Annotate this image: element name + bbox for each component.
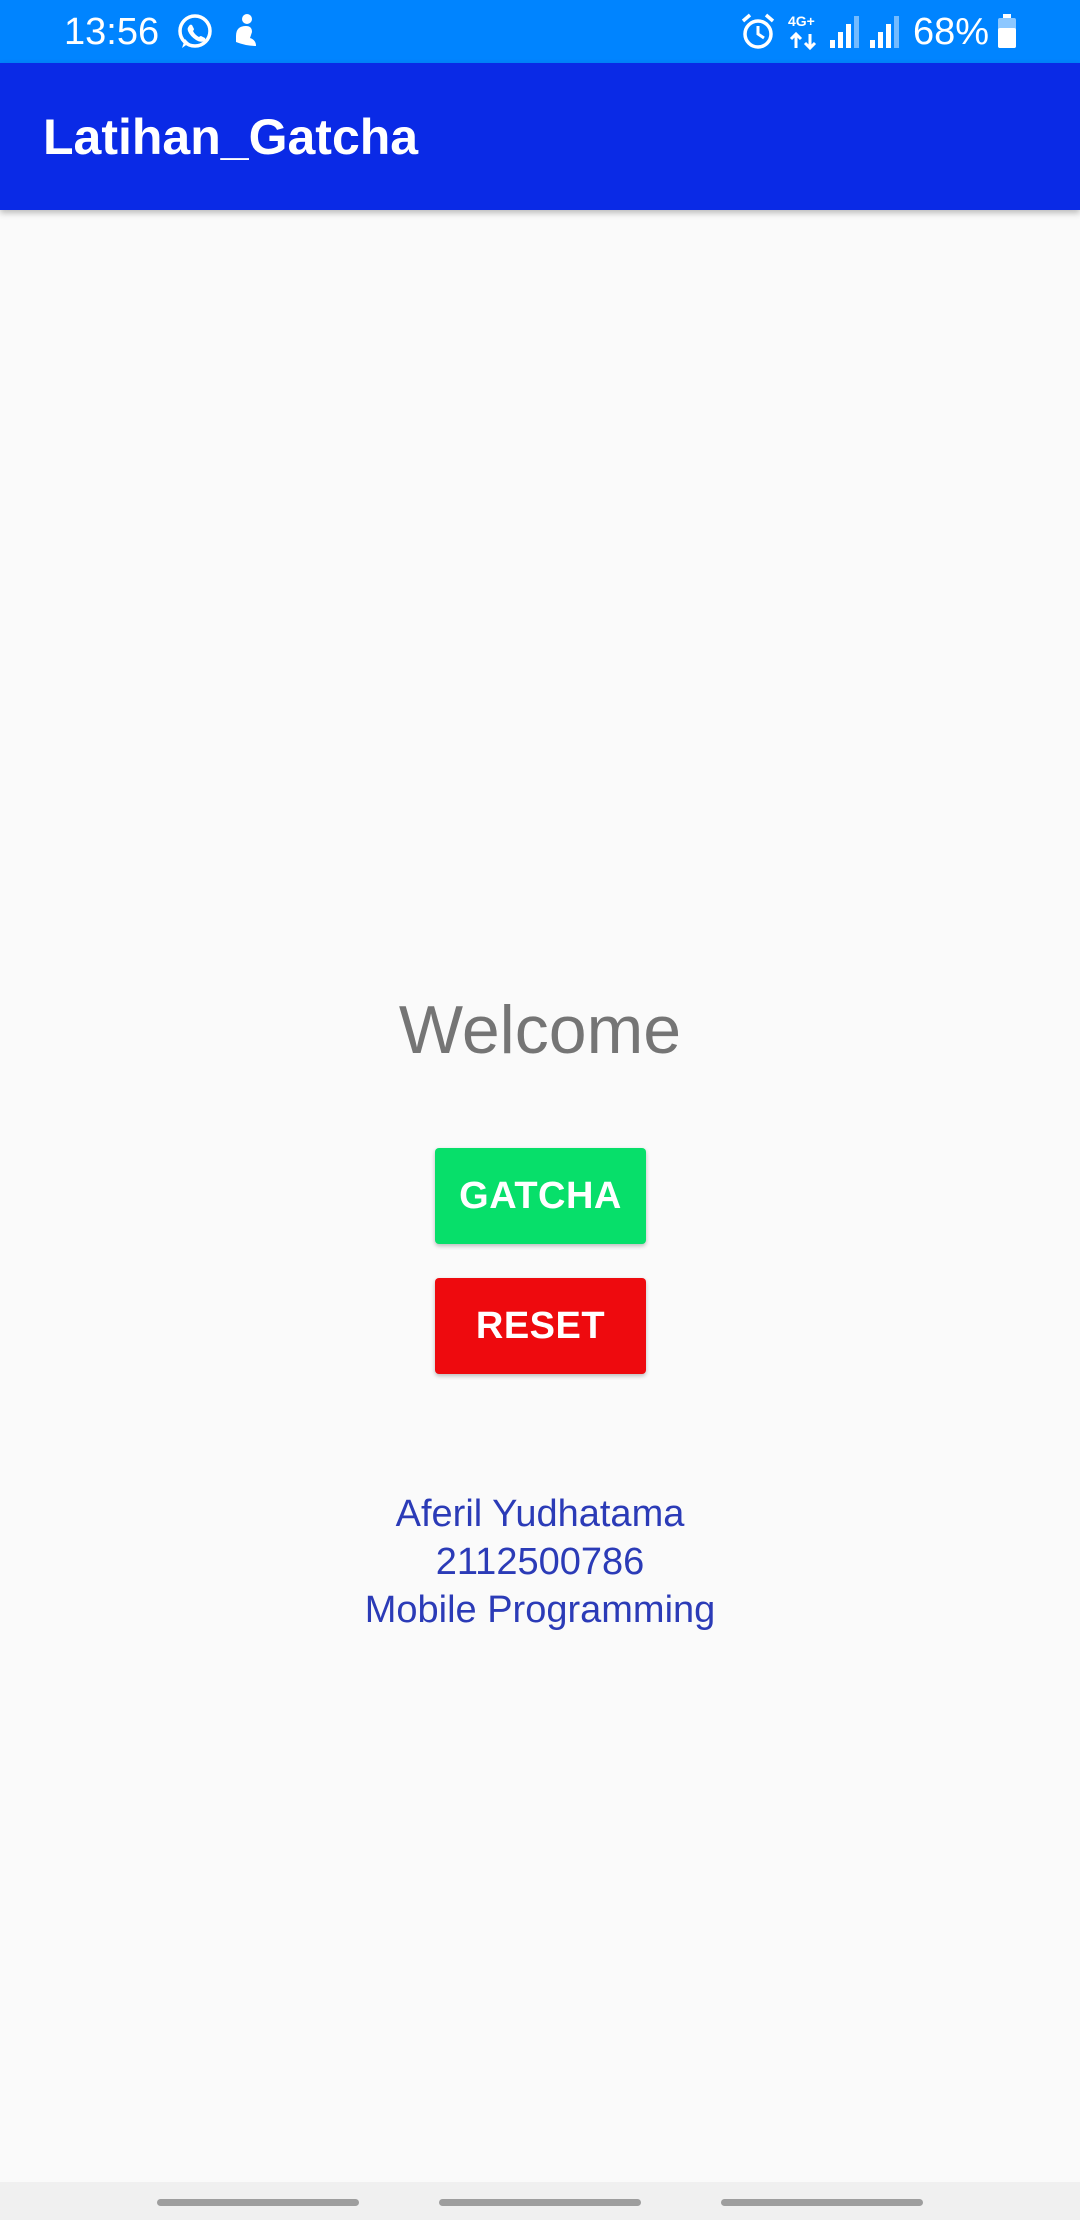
battery-percent: 68% (913, 11, 990, 53)
notification-person-icon (236, 14, 256, 46)
nav-gesture-handle-center[interactable] (439, 2199, 641, 2206)
welcome-text: Welcome (398, 992, 682, 1068)
network-type-label: 4G+ (788, 13, 815, 29)
student-id: 2112500786 (435, 1541, 645, 1583)
student-name: Aferil Yudhatama (395, 1493, 685, 1535)
signal-icon (870, 16, 899, 48)
app-bar: Latihan_Gatcha (0, 63, 1080, 210)
gatcha-button[interactable]: GATCHA (435, 1148, 646, 1244)
status-bar: 13:56 4G+ 68% (0, 0, 1080, 63)
app-title: Latihan_Gatcha (43, 109, 419, 165)
gesture-nav-bar (0, 2182, 1080, 2220)
network-4g-icon: 4G+ (788, 13, 817, 51)
nav-gesture-handle-left[interactable] (157, 2199, 359, 2206)
battery-icon (998, 14, 1016, 48)
nav-gesture-handle-right[interactable] (721, 2199, 923, 2206)
reset-button[interactable]: RESET (435, 1278, 646, 1374)
student-info: Aferil Yudhatama 2112500786 Mobile Progr… (0, 1490, 1080, 1634)
whatsapp-icon (178, 14, 212, 48)
signal-icon (830, 16, 859, 48)
course-name: Mobile Programming (364, 1589, 716, 1631)
status-time: 13:56 (64, 11, 160, 53)
alarm-icon (741, 13, 775, 49)
